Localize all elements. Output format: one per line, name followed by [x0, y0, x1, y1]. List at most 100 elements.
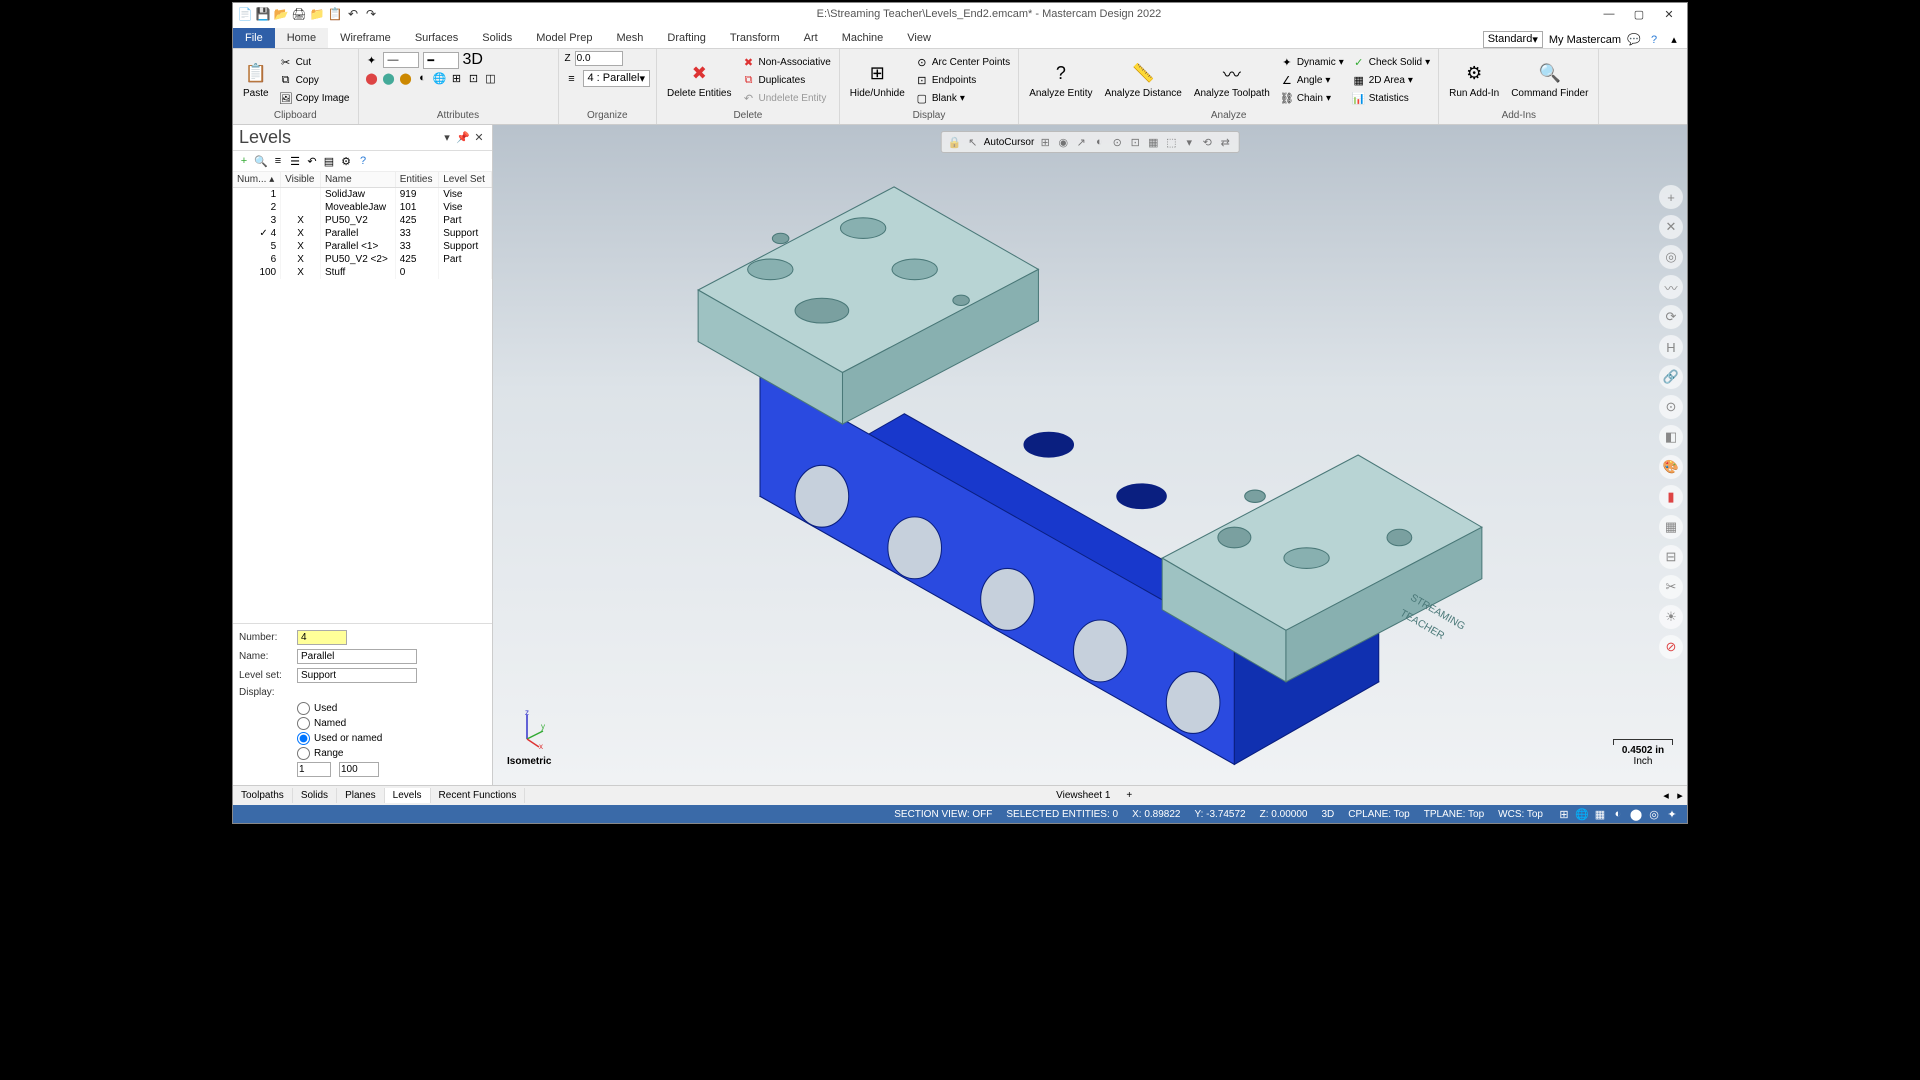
panel-options-icon[interactable]: ▾: [440, 131, 454, 145]
rt-curve-icon[interactable]: 〰: [1659, 275, 1683, 299]
arc-center-button[interactable]: ⊙Arc Center Points: [913, 54, 1012, 70]
mode-select[interactable]: Standard▾: [1483, 31, 1543, 48]
vis-off-icon[interactable]: ☰: [288, 154, 302, 168]
z-input[interactable]: [575, 51, 623, 66]
2d-area-button[interactable]: ▦2D Area ▾: [1350, 72, 1432, 88]
attr2-icon[interactable]: ⊡: [467, 71, 481, 85]
color2-icon[interactable]: ⬤: [382, 71, 396, 85]
rt-grid-icon[interactable]: ▦: [1659, 515, 1683, 539]
list-icon[interactable]: ▤: [322, 154, 336, 168]
chat-icon[interactable]: 💬: [1627, 33, 1641, 47]
rt-stop-icon[interactable]: ⊘: [1659, 635, 1683, 659]
number-input[interactable]: [297, 630, 347, 645]
undo-icon[interactable]: ↶: [345, 6, 361, 22]
rt-sun-icon[interactable]: ☀: [1659, 605, 1683, 629]
minimize-button[interactable]: —: [1595, 5, 1623, 23]
attr3-icon[interactable]: ◫: [484, 71, 498, 85]
col-num[interactable]: Num... ▴: [233, 172, 281, 188]
viewsheet-tab[interactable]: Viewsheet 1: [1050, 788, 1116, 803]
undelete-button[interactable]: ↶Undelete Entity: [740, 90, 833, 106]
rt-flag-icon[interactable]: ▮: [1659, 485, 1683, 509]
radio-usedornamed[interactable]: [297, 732, 310, 745]
dynamic-button[interactable]: ✦Dynamic ▾: [1278, 54, 1346, 70]
btab-recent[interactable]: Recent Functions: [431, 788, 526, 803]
settings-icon[interactable]: ⚙: [339, 154, 353, 168]
col-set[interactable]: Level Set: [439, 172, 492, 188]
linestyle-select[interactable]: —: [383, 52, 419, 68]
tab-modelprep[interactable]: Model Prep: [524, 28, 604, 48]
3d-toggle[interactable]: 3D: [463, 51, 483, 69]
chain-button[interactable]: ⛓Chain ▾: [1278, 90, 1346, 106]
levelset-input[interactable]: [297, 668, 417, 683]
viewsheet-add[interactable]: +: [1120, 788, 1138, 803]
tab-transform[interactable]: Transform: [718, 28, 792, 48]
tab-mesh[interactable]: Mesh: [604, 28, 655, 48]
new-icon[interactable]: 📄: [237, 6, 253, 22]
col-vis[interactable]: Visible: [281, 172, 321, 188]
redo-icon[interactable]: ↷: [363, 6, 379, 22]
run-addin-button[interactable]: ⚙Run Add-In: [1445, 60, 1503, 101]
rt-trim-icon[interactable]: ✂: [1659, 575, 1683, 599]
color1-icon[interactable]: ⬤: [365, 71, 379, 85]
btab-planes[interactable]: Planes: [337, 788, 385, 803]
vis-all-icon[interactable]: ≡: [271, 154, 285, 168]
ft5-icon[interactable]: ⊙: [1110, 135, 1124, 149]
rt-rotate-icon[interactable]: ⟳: [1659, 305, 1683, 329]
analyze-toolpath-button[interactable]: 〰Analyze Toolpath: [1190, 60, 1274, 101]
lock-icon[interactable]: 🔒: [948, 135, 962, 149]
close-button[interactable]: ✕: [1655, 5, 1683, 23]
print-icon[interactable]: 🖨: [291, 6, 307, 22]
rt-add-icon[interactable]: +: [1659, 185, 1683, 209]
table-row[interactable]: 5XParallel <1>33Support: [233, 240, 492, 253]
col-name[interactable]: Name: [320, 172, 395, 188]
ft4-icon[interactable]: ◐: [1092, 135, 1106, 149]
ft2-icon[interactable]: ◉: [1056, 135, 1070, 149]
table-row[interactable]: 6XPU50_V2 <2>425Part: [233, 253, 492, 266]
attr1-icon[interactable]: ⊞: [450, 71, 464, 85]
rt-ht-icon[interactable]: H: [1659, 335, 1683, 359]
btab-toolpaths[interactable]: Toolpaths: [233, 788, 293, 803]
sb-globe-icon[interactable]: 🌐: [1575, 807, 1589, 821]
ft6-icon[interactable]: ⊡: [1128, 135, 1142, 149]
name-input[interactable]: [297, 649, 417, 664]
point-style-icon[interactable]: ✦: [365, 53, 379, 67]
find-level-icon[interactable]: 🔍: [254, 154, 268, 168]
panel-pin-icon[interactable]: 📌: [456, 131, 470, 145]
radio-named[interactable]: [297, 717, 310, 730]
table-row[interactable]: 1SolidJaw919Vise: [233, 188, 492, 202]
sb-wire-icon[interactable]: ▦: [1593, 807, 1607, 821]
blank-button[interactable]: ▢Blank ▾: [913, 90, 1012, 106]
sb-mat-icon[interactable]: ⬤: [1629, 807, 1643, 821]
table-row[interactable]: 2MoveableJaw101Vise: [233, 201, 492, 214]
btab-solids[interactable]: Solids: [293, 788, 337, 803]
cut-button[interactable]: ✂Cut: [277, 54, 352, 70]
ft10-icon[interactable]: ⟲: [1200, 135, 1214, 149]
table-row[interactable]: 3XPU50_V2425Part: [233, 214, 492, 227]
globe-icon[interactable]: 🌐: [433, 71, 447, 85]
status-tplane[interactable]: TPLANE: Top: [1424, 809, 1484, 820]
cursor-icon[interactable]: ↖: [966, 135, 980, 149]
duplicates-button[interactable]: ⧉Duplicates: [740, 72, 833, 88]
ft9-icon[interactable]: ▾: [1182, 135, 1196, 149]
rt-cube-icon[interactable]: ◧: [1659, 425, 1683, 449]
sb-grid-icon[interactable]: ⊞: [1557, 807, 1571, 821]
ft11-icon[interactable]: ⇄: [1218, 135, 1232, 149]
ft7-icon[interactable]: ▦: [1146, 135, 1160, 149]
lineweight-select[interactable]: ━: [423, 52, 459, 69]
scroll-right-icon[interactable]: ▸: [1673, 789, 1687, 803]
rt-bar-icon[interactable]: ⊟: [1659, 545, 1683, 569]
rt-point-icon[interactable]: ⊙: [1659, 395, 1683, 419]
color3-icon[interactable]: ⬤: [399, 71, 413, 85]
sb-gnomon-icon[interactable]: ✦: [1665, 807, 1679, 821]
delete-entities-button[interactable]: ✖ Delete Entities: [663, 60, 735, 101]
status-cplane[interactable]: CPLANE: Top: [1348, 809, 1410, 820]
rt-palette-icon[interactable]: 🎨: [1659, 455, 1683, 479]
range-to-input[interactable]: [339, 762, 379, 777]
table-row[interactable]: 100XStuff0: [233, 266, 492, 279]
ft1-icon[interactable]: ⊞: [1038, 135, 1052, 149]
tab-view[interactable]: View: [895, 28, 943, 48]
viewport[interactable]: 🔒 ↖ AutoCursor ⊞ ◉ ↗ ◐ ⊙ ⊡ ▦ ⬚ ▾ ⟲ ⇄: [493, 125, 1687, 785]
level-select[interactable]: 4 : Parallel▾: [583, 70, 651, 87]
statistics-button[interactable]: 📊Statistics: [1350, 90, 1432, 106]
paste-button[interactable]: 📋 Paste: [239, 60, 273, 101]
